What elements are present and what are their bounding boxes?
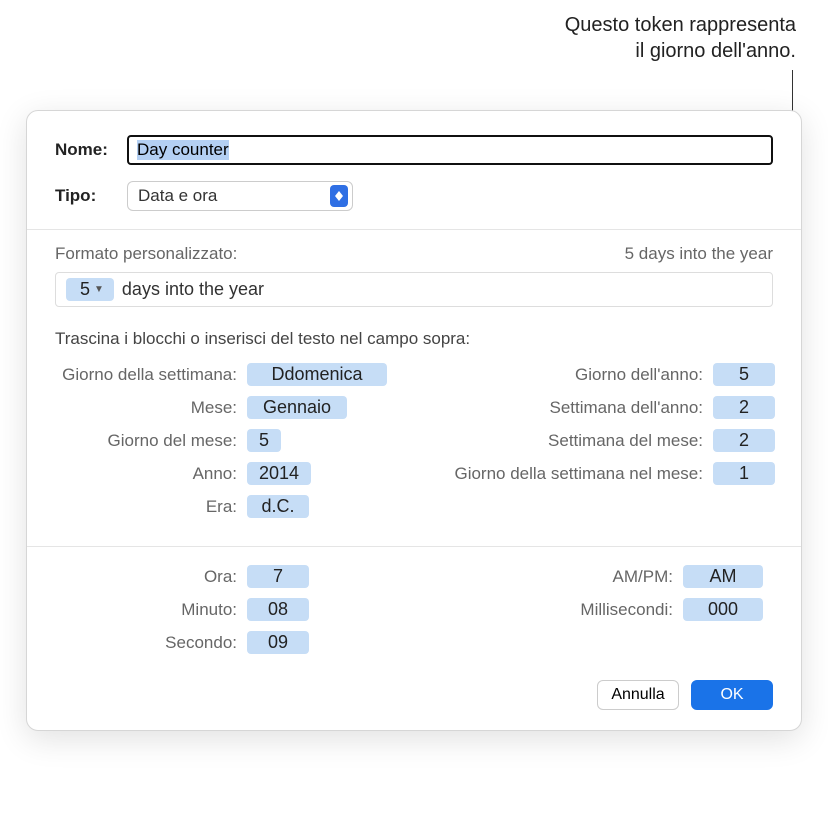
label-weekday: Giorno della settimana:: [55, 365, 247, 385]
label-woy: Settimana dell'anno:: [421, 398, 713, 418]
token-ampm[interactable]: AM: [683, 565, 763, 588]
token-year[interactable]: 2014: [247, 462, 311, 485]
token-wom[interactable]: 2: [713, 429, 775, 452]
callout-line1: Questo token rappresenta: [565, 12, 796, 38]
token-era[interactable]: d.C.: [247, 495, 309, 518]
type-label: Tipo:: [55, 186, 127, 206]
chevron-down-icon: ▼: [94, 284, 104, 295]
callout-text: Questo token rappresenta il giorno dell'…: [565, 12, 796, 64]
token-hour[interactable]: 7: [247, 565, 309, 588]
type-value: Data e ora: [138, 186, 217, 206]
ok-button[interactable]: OK: [691, 680, 773, 710]
format-field[interactable]: 5 ▼ days into the year: [55, 272, 773, 307]
token-weekday[interactable]: Ddomenica: [247, 363, 387, 386]
label-second: Secondo:: [55, 633, 247, 653]
date-col-left: Giorno della settimana:Ddomenica Mese:Ge…: [55, 363, 407, 528]
label-minute: Minuto:: [55, 600, 247, 620]
label-era: Era:: [55, 497, 247, 517]
label-year: Anno:: [55, 464, 247, 484]
name-field[interactable]: [127, 135, 773, 165]
token-woy[interactable]: 2: [713, 396, 775, 419]
token-wdim[interactable]: 1: [713, 462, 775, 485]
token-doy[interactable]: 5: [713, 363, 775, 386]
token-ms[interactable]: 000: [683, 598, 763, 621]
updown-icon: [330, 185, 348, 207]
time-col-right: AM/PM:AM Millisecondi:000: [421, 565, 773, 664]
token-minute[interactable]: 08: [247, 598, 309, 621]
format-suffix-text: days into the year: [122, 279, 264, 300]
label-hour: Ora:: [55, 567, 247, 587]
label-ms: Millisecondi:: [421, 600, 683, 620]
token-day-of-year-infield[interactable]: 5 ▼: [66, 278, 114, 301]
cancel-button[interactable]: Annulla: [597, 680, 679, 710]
label-wom: Settimana del mese:: [421, 431, 713, 451]
format-preview: 5 days into the year: [625, 244, 773, 264]
label-wdim: Giorno della settimana nel mese:: [421, 464, 713, 484]
type-select[interactable]: Data e ora: [127, 181, 353, 211]
label-dom: Giorno del mese:: [55, 431, 247, 451]
callout-line2: il giorno dell'anno.: [565, 38, 796, 64]
drag-instruction: Trascina i blocchi o inserisci del testo…: [55, 329, 773, 349]
format-dialog: Nome: Tipo: Data e ora Formato personali…: [26, 110, 802, 731]
token-month[interactable]: Gennaio: [247, 396, 347, 419]
custom-format-label: Formato personalizzato:: [55, 244, 237, 264]
label-month: Mese:: [55, 398, 247, 418]
token-dom[interactable]: 5: [247, 429, 281, 452]
name-label: Nome:: [55, 140, 127, 160]
date-col-right: Giorno dell'anno:5 Settimana dell'anno:2…: [421, 363, 773, 528]
label-doy: Giorno dell'anno:: [421, 365, 713, 385]
time-col-left: Ora:7 Minuto:08 Secondo:09: [55, 565, 407, 664]
token-second[interactable]: 09: [247, 631, 309, 654]
label-ampm: AM/PM:: [421, 567, 683, 587]
